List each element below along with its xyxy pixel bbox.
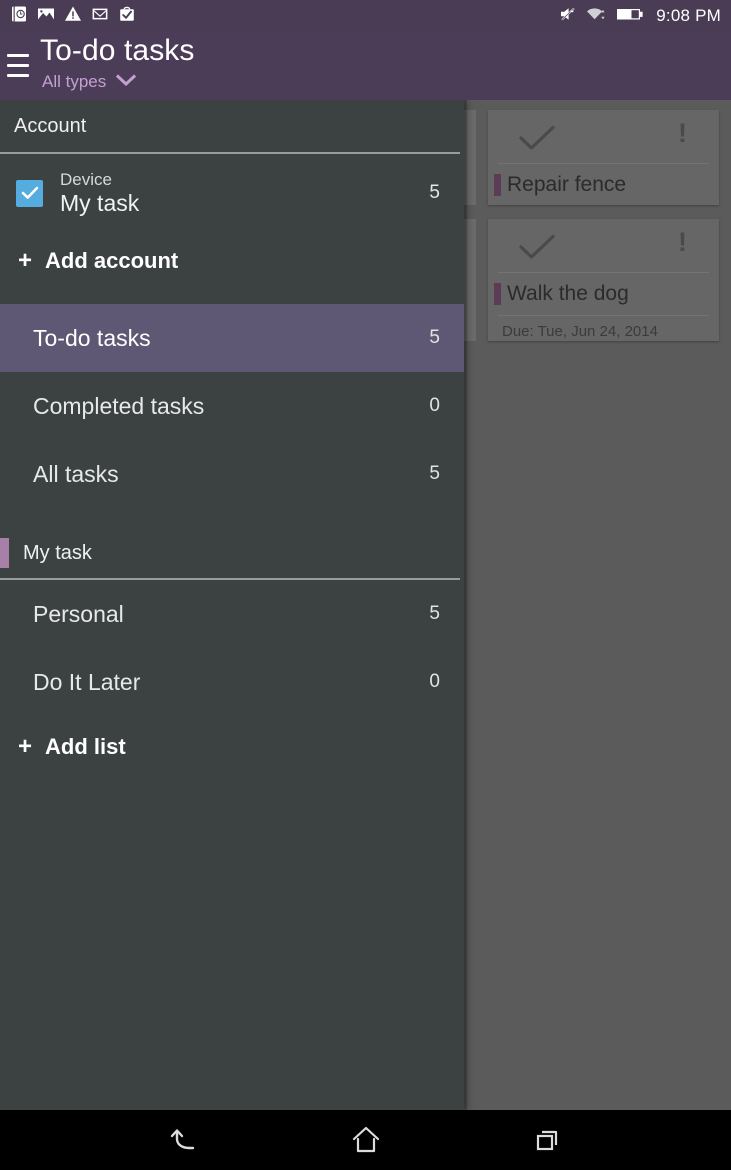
screen: 9:08 PM To-do tasks All types ! Repair f… — [0, 0, 731, 1170]
recent-apps-icon[interactable] — [517, 1110, 579, 1170]
mail-icon — [91, 5, 109, 28]
home-icon[interactable] — [335, 1110, 397, 1170]
exclamation-icon[interactable]: ! — [678, 120, 687, 147]
app-bar: To-do tasks All types — [0, 32, 731, 100]
account-row[interactable]: Device My task 5 — [0, 154, 464, 232]
sidebar-item-label: Do It Later — [33, 668, 141, 695]
task-accent-bar — [494, 174, 501, 196]
task-due-date: Due: Tue, Jun 24, 2014 — [498, 315, 709, 348]
page-title: To-do tasks — [40, 34, 195, 67]
warning-icon — [64, 5, 82, 28]
plus-icon: + — [18, 733, 33, 760]
sidebar-item-count: 0 — [429, 395, 440, 416]
drawer-edge-shadow — [464, 100, 467, 1110]
add-list-label: Add list — [45, 734, 126, 759]
back-arrow-icon[interactable] — [153, 1110, 215, 1170]
sidebar-item-count: 5 — [429, 603, 440, 624]
sidebar-item-all-tasks[interactable]: All tasks 5 — [0, 440, 464, 508]
checkmark-icon[interactable] — [518, 233, 556, 266]
add-account-button[interactable]: + Add account — [0, 232, 464, 290]
sidebar-item-count: 0 — [429, 671, 440, 692]
task-check-icon — [118, 5, 136, 28]
account-subtitle: Device — [60, 169, 112, 189]
list-section-label: My task — [23, 541, 92, 564]
sidebar-item-todo-tasks[interactable]: To-do tasks 5 — [0, 304, 464, 372]
add-list-button[interactable]: + Add list — [0, 716, 464, 778]
account-checkbox[interactable] — [16, 179, 43, 207]
status-bar-clock: 9:08 PM — [656, 6, 721, 25]
task-card[interactable]: ! Repair fence — [488, 110, 719, 205]
type-filter-label: All types — [42, 72, 107, 91]
account-name: My task — [60, 189, 140, 216]
sidebar-item-personal[interactable]: Personal 5 — [0, 580, 464, 648]
battery-icon — [616, 5, 646, 28]
status-bar-system-icons: 9:08 PM — [558, 5, 731, 28]
photo-icon — [37, 5, 55, 28]
sidebar-item-completed-tasks[interactable]: Completed tasks 0 — [0, 372, 464, 440]
task-card-top-row: ! — [498, 110, 709, 164]
task-card-title-row: Repair fence — [488, 164, 719, 206]
system-navigation-bar — [0, 1110, 731, 1170]
status-bar: 9:08 PM — [0, 0, 731, 32]
hamburger-menu-icon[interactable] — [2, 48, 34, 82]
mute-icon — [558, 5, 578, 28]
sidebar-item-do-it-later[interactable]: Do It Later 0 — [0, 648, 464, 716]
account-count: 5 — [429, 182, 440, 203]
sidebar-item-label: All tasks — [33, 460, 119, 487]
task-card-title-row: Walk the dog — [488, 273, 719, 315]
chevron-down-icon — [115, 73, 137, 92]
plus-icon: + — [18, 247, 33, 274]
task-card-top-row: ! — [498, 219, 709, 273]
alarm-clock-icon — [10, 5, 28, 28]
account-section-header: Account — [14, 114, 87, 137]
task-card[interactable]: ! Walk the dog Due: Tue, Jun 24, 2014 — [488, 219, 719, 341]
task-title: Repair fence — [507, 173, 627, 196]
sidebar-item-label: To-do tasks — [33, 324, 151, 351]
list-section-header: My task — [0, 528, 464, 578]
type-filter-dropdown[interactable]: All types — [42, 72, 137, 92]
list-accent-bar — [0, 538, 9, 568]
sidebar-item-label: Personal — [33, 600, 124, 627]
task-accent-bar — [494, 283, 501, 305]
sidebar-item-count: 5 — [429, 463, 440, 484]
exclamation-icon[interactable]: ! — [678, 229, 687, 256]
navigation-drawer: Account Device My task 5 + Add account T… — [0, 100, 464, 1110]
status-bar-notification-icons — [0, 5, 136, 28]
add-account-label: Add account — [45, 248, 179, 273]
wifi-icon — [586, 5, 608, 28]
account-text: Device My task — [60, 170, 139, 217]
checkmark-icon[interactable] — [518, 124, 556, 157]
sidebar-item-count: 5 — [429, 327, 440, 348]
sidebar-item-label: Completed tasks — [33, 392, 205, 419]
task-title: Walk the dog — [507, 282, 629, 305]
